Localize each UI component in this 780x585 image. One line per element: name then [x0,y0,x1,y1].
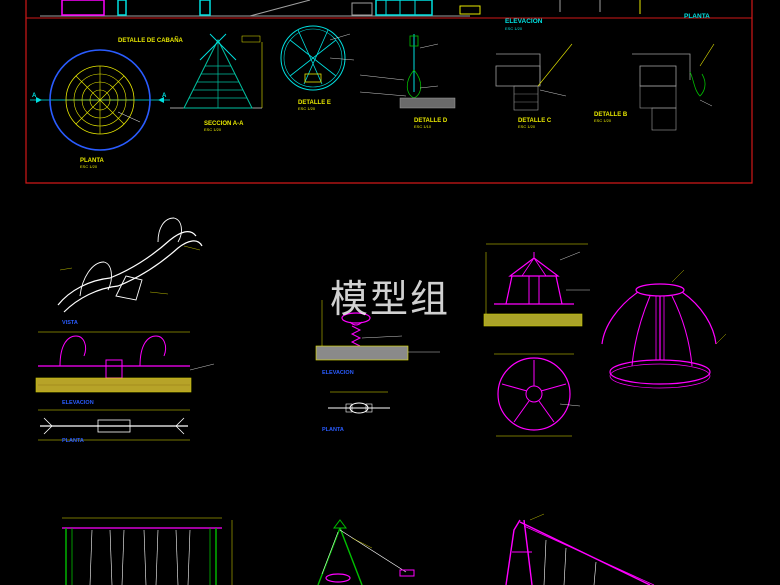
detail-e-drawing [280,25,355,91]
swing-side-elevation [317,519,415,585]
seesaw-plan [38,409,190,441]
detail-b-drawing [632,43,715,131]
planta-top-title: PLANTA [684,13,710,20]
carousel-3d-view [601,269,727,389]
seesaw-elevation [35,331,215,393]
carousel-plan [494,353,581,437]
carousel-group [483,243,727,437]
spring-rider-elevacion-label: ELEVACION [322,370,354,376]
detail-c-drawing [495,43,573,111]
elevacion-title: ELEVACION [505,18,543,25]
detalle-e-scale: ESC 1/20 [298,106,316,111]
elevation-strip [40,0,641,17]
cad-drawing-canvas: ELEVACION ESC 1/20 PLANTA DETALLE DE CAB… [25,0,753,585]
swing-set-elevation [62,517,233,585]
seesaw-planta-label: PLANTA [62,438,84,444]
spring-rider-group: ELEVACION PLANTA [315,300,440,433]
elevacion-scale: ESC 1/20 [505,26,523,31]
detail-d-drawing [359,34,456,109]
seccion-aa-scale: ESC 1/20 [204,127,222,132]
tipi-section [170,33,263,109]
detalle-b-scale: ESC 1/20 [594,118,612,123]
detalle-d-scale: ESC 1/10 [414,124,432,129]
seesaw-group: VISTA ELEVACION PLANTA [35,217,215,444]
detalle-c-scale: ESC 1/20 [518,124,536,129]
seesaw-vista-label: VISTA [62,320,78,326]
axis-a-right: A [162,93,167,99]
spring-rider-elevation [315,300,440,361]
seesaw-elevacion-label: ELEVACION [62,400,94,406]
seesaw-3d-view [57,217,203,313]
axis-a-left: A [32,93,37,99]
spring-rider-planta-label: PLANTA [322,427,344,433]
spring-rider-plan [328,391,390,414]
planta-scale: ESC 1/20 [80,164,98,169]
top-sheet: ELEVACION ESC 1/20 PLANTA DETALLE DE CAB… [25,0,753,184]
sheet-frame [25,0,753,184]
carousel-elevation [483,243,590,327]
detalle-cabana-title: DETALLE DE CABAÑA [118,37,184,44]
hut-plan-circle: A A [30,49,170,151]
swing-3d-view [505,513,655,585]
